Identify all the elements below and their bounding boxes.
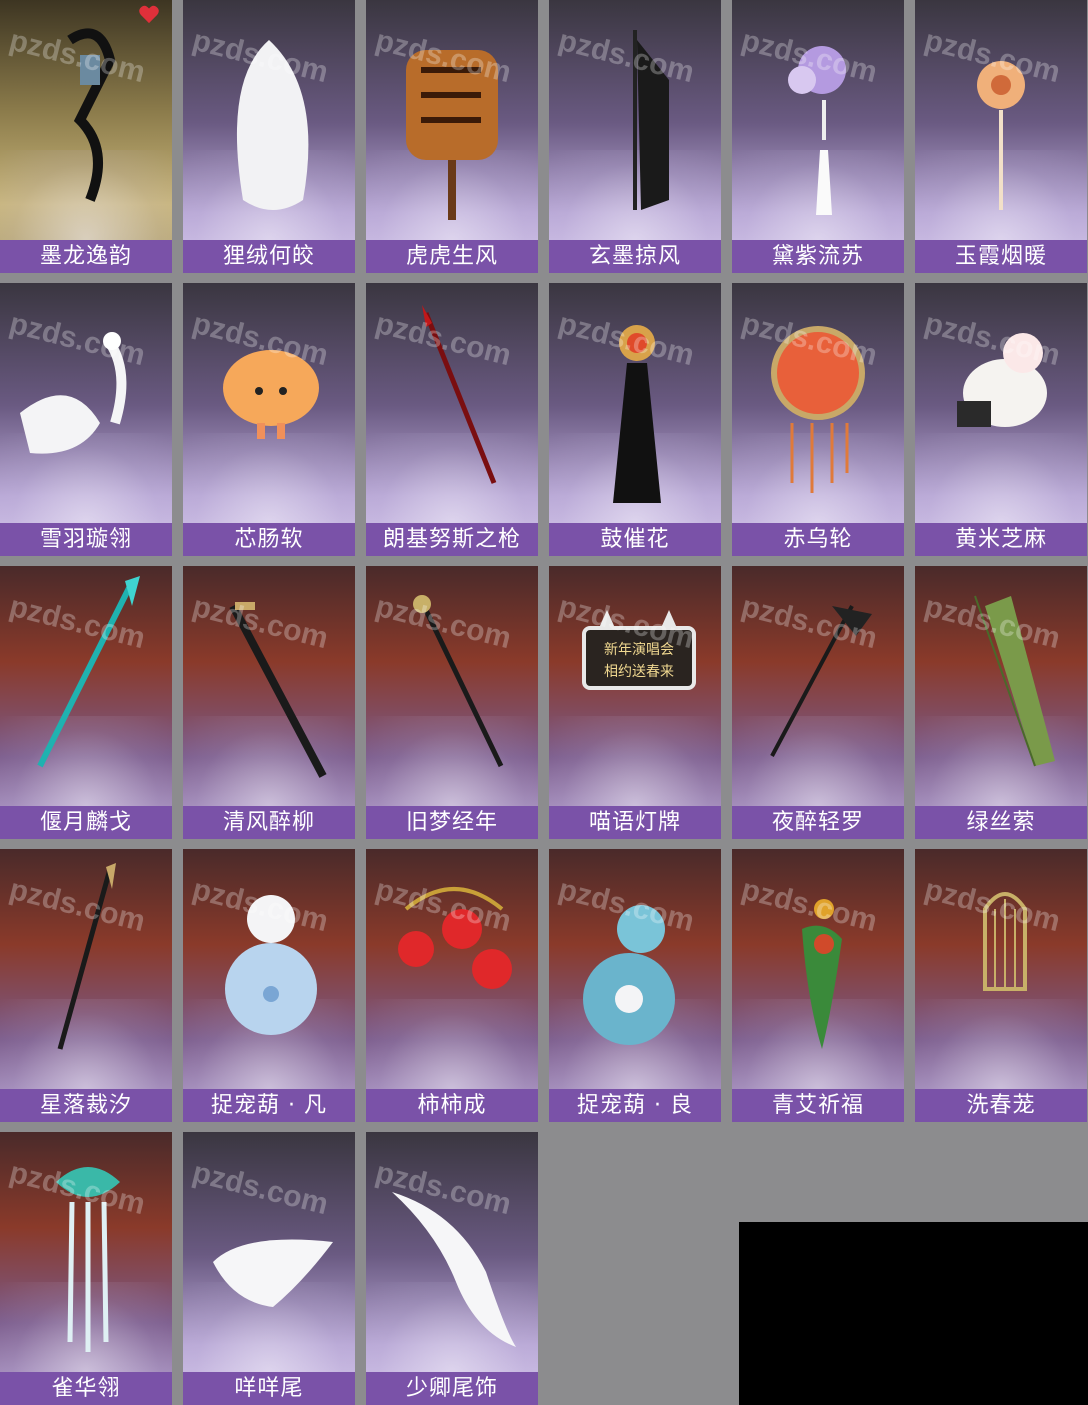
black-banner-icon (633, 30, 669, 210)
item-card[interactable]: pzds.com 狸绒何皎 (183, 0, 355, 273)
item-name-label: 洗春茏 (915, 1089, 1087, 1122)
item-card[interactable]: pzds.com 绿丝萦 (915, 566, 1087, 839)
red-spear-icon (422, 305, 497, 484)
item-name-label: 玉霞烟暖 (915, 240, 1087, 273)
item-card[interactable]: pzds.com 赤乌轮 (732, 283, 904, 556)
item-name-label: 喵语灯牌 (549, 806, 721, 839)
item-name-label: 黛紫流苏 (732, 240, 904, 273)
sun-dreamcatcher-icon (771, 326, 865, 493)
item-card[interactable]: pzds.com 墨龙逸韵 (0, 0, 172, 273)
item-card[interactable]: pzds.com 雀华翎 (0, 1132, 172, 1405)
black-overlay (739, 1222, 1088, 1405)
cat-sign-icon: 新年演唱会相约送春来 (582, 610, 696, 690)
bun-creature-icon (223, 350, 319, 439)
item-name-label: 咩咩尾 (183, 1372, 355, 1405)
item-card[interactable]: pzds.com 夜醉轻罗 (732, 566, 904, 839)
lion-dance-pet-icon (957, 333, 1047, 427)
orange-flower-pendant-icon (977, 61, 1025, 210)
jade-hairpin-icon (56, 1167, 120, 1352)
ink-dragon-ornament-icon (67, 28, 116, 202)
item-card[interactable]: pzds.com 黛紫流苏 (732, 0, 904, 273)
jade-glaive-icon (37, 576, 140, 768)
blue-gourd-icon (225, 895, 317, 1035)
sign-text: 新年演唱会 (604, 642, 674, 658)
persimmon-octopus-icon (398, 887, 512, 989)
item-card[interactable]: pzds.com 青艾祈福 (732, 849, 904, 1122)
item-card[interactable]: pzds.com 虎虎生风 (366, 0, 538, 273)
item-card[interactable]: pzds.com 雪羽璇翎 (0, 283, 172, 556)
purple-flower-tassel-icon (788, 46, 846, 215)
item-name-label: 鼓催花 (549, 523, 721, 556)
item-card[interactable]: pzds.com 少卿尾饰 (366, 1132, 538, 1405)
item-name-label: 狸绒何皎 (183, 240, 355, 273)
item-card[interactable]: pzds.com 星落裁汐 (0, 849, 172, 1122)
item-card[interactable]: 新年演唱会 相约送春来 pzds.com 喵语灯牌 (549, 566, 721, 839)
item-card[interactable]: pzds.com 洗春茏 (915, 849, 1087, 1122)
white-tail-icon (213, 1239, 333, 1307)
item-name-label: 绿丝萦 (915, 806, 1087, 839)
item-name-label: 墨龙逸韵 (0, 240, 172, 273)
item-name-label: 清风醉柳 (183, 806, 355, 839)
item-name-label: 玄墨掠风 (549, 240, 721, 273)
tiger-costume-icon (406, 50, 498, 220)
item-name-label: 雪羽璇翎 (0, 523, 172, 556)
item-name-label: 夜醉轻罗 (732, 806, 904, 839)
teal-gourd-icon (583, 905, 675, 1045)
item-card[interactable]: pzds.com 芯肠软 (183, 283, 355, 556)
item-card[interactable]: pzds.com 咩咩尾 (183, 1132, 355, 1405)
item-card[interactable]: pzds.com 玉霞烟暖 (915, 0, 1087, 273)
item-name-label: 朗基努斯之枪 (366, 523, 538, 556)
green-bird-charm-icon (802, 899, 842, 1049)
item-name-label: 偃月麟戈 (0, 806, 172, 839)
item-card[interactable]: pzds.com 鼓催花 (549, 283, 721, 556)
item-name-label: 青艾祈福 (732, 1089, 904, 1122)
item-card[interactable]: pzds.com 清风醉柳 (183, 566, 355, 839)
drum-banner-icon (613, 325, 661, 503)
bird-cage-icon (983, 892, 1027, 991)
item-card[interactable]: pzds.com 黄米芝麻 (915, 283, 1087, 556)
item-card[interactable]: pzds.com 捉宠葫 · 良 (549, 849, 721, 1122)
star-spear-icon (57, 863, 116, 1050)
item-card[interactable]: pzds.com 玄墨掠风 (549, 0, 721, 273)
item-name-label: 赤乌轮 (732, 523, 904, 556)
item-name-label: 星落裁汐 (0, 1089, 172, 1122)
item-card[interactable]: pzds.com 偃月麟戈 (0, 566, 172, 839)
green-umbrella-icon (974, 595, 1055, 767)
white-fur-tail-icon (236, 40, 309, 210)
item-card[interactable]: pzds.com 捉宠葫 · 凡 (183, 849, 355, 1122)
item-name-label: 黄米芝麻 (915, 523, 1087, 556)
item-name-label: 柿柿成 (366, 1089, 538, 1122)
item-card[interactable]: pzds.com 朗基努斯之枪 (366, 283, 538, 556)
item-name-label: 少卿尾饰 (366, 1372, 538, 1405)
item-name-label: 虎虎生风 (366, 240, 538, 273)
item-name-label: 雀华翎 (0, 1372, 172, 1405)
item-name-label: 捉宠葫 · 凡 (183, 1089, 355, 1122)
night-parasol-icon (770, 605, 872, 757)
sign-text: 相约送春来 (604, 664, 674, 680)
item-name-label: 旧梦经年 (366, 806, 538, 839)
item-name-label: 芯肠软 (183, 523, 355, 556)
item-card[interactable]: pzds.com 柿柿成 (366, 849, 538, 1122)
long-white-tail-icon (392, 1192, 516, 1347)
item-name-label: 捉宠葫 · 良 (549, 1089, 721, 1122)
dark-staff-icon (413, 595, 504, 768)
black-sword-icon (229, 602, 327, 778)
heart-icon[interactable] (138, 4, 160, 24)
white-peacock-icon (20, 332, 127, 454)
item-card[interactable]: pzds.com 旧梦经年 (366, 566, 538, 839)
items-grid: pzds.com 墨龙逸韵 pzds.com 狸绒何皎 pzds.com 虎虎生风 pzds… (0, 0, 1088, 1405)
